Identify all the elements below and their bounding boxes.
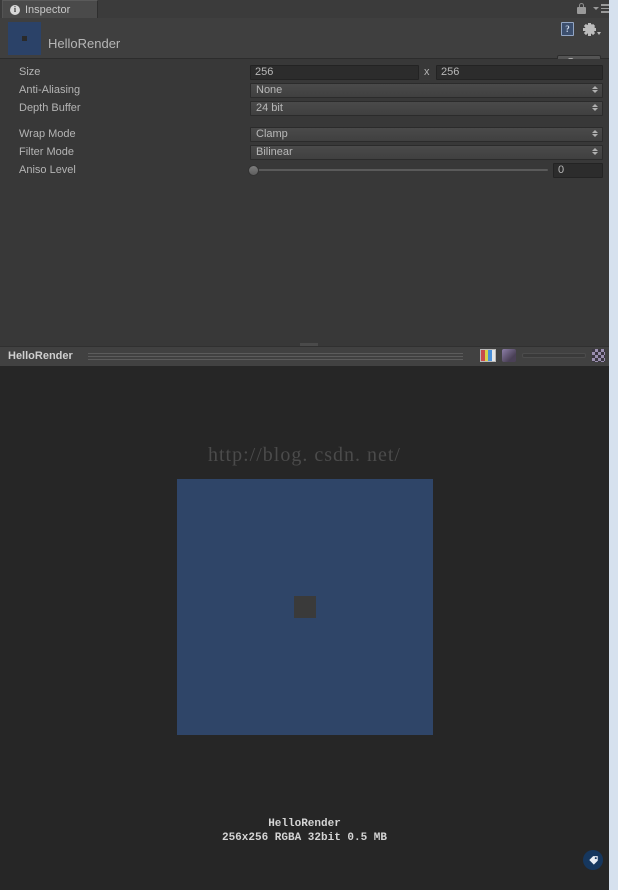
depth-buffer-value: 24 bit (256, 101, 283, 114)
tab-bar: i Inspector (0, 0, 618, 19)
asset-info-block: HelloRender 256x256 RGBA 32bit 0.5 MB (0, 817, 609, 845)
watermark-text: http://blog. csdn. net/ (208, 444, 401, 466)
anti-aliasing-value: None (256, 83, 283, 96)
filter-mode-value: Bilinear (256, 145, 293, 158)
wrap-mode-value: Clamp (256, 127, 288, 140)
preview-toolbar (480, 349, 605, 362)
property-row-aniso-level: Aniso Level 0 (0, 161, 609, 179)
aniso-level-input[interactable]: 0 (553, 162, 603, 178)
chevron-updown-icon (592, 147, 598, 155)
filter-mode-dropdown[interactable]: Bilinear (250, 144, 603, 160)
tab-inspector[interactable]: i Inspector (2, 0, 98, 18)
asset-details-label: 256x256 RGBA 32bit 0.5 MB (221, 832, 388, 844)
chevron-updown-icon (592, 85, 598, 93)
tab-bar-controls (577, 3, 612, 14)
object-header: HelloRender ? Open (0, 18, 609, 70)
gear-icon[interactable] (583, 22, 601, 36)
page-title: HelloRender (48, 36, 121, 51)
window-edge-strip (609, 0, 618, 890)
chevron-updown-icon (592, 129, 598, 137)
property-label-wrap-mode: Wrap Mode (19, 128, 76, 140)
alpha-checker-icon[interactable] (592, 349, 605, 362)
unity-inspector-window: i Inspector HelloRender ? Size 256 x 256… (0, 0, 618, 890)
property-label-anti-aliasing: Anti-Aliasing (19, 84, 81, 96)
size-height-input[interactable]: 256 (436, 64, 603, 80)
property-label-depth-buffer: Depth Buffer (19, 102, 81, 114)
material-sphere-icon[interactable] (502, 349, 516, 362)
render-texture-preview (177, 479, 433, 735)
anti-aliasing-dropdown[interactable]: None (250, 82, 603, 98)
info-icon: i (10, 4, 20, 15)
rgb-channels-icon[interactable] (480, 349, 496, 362)
chevron-updown-icon (592, 103, 598, 111)
properties-panel: Size 256 x 256 Anti-Aliasing None Depth … (0, 59, 609, 343)
property-label-aniso-level: Aniso Level (19, 164, 76, 176)
tag-icon[interactable] (583, 850, 603, 870)
property-label-filter-mode: Filter Mode (19, 146, 75, 158)
preview-header-bar: HelloRender (0, 346, 609, 367)
preview-divider-lines (88, 353, 463, 360)
render-texture-thumbnail (8, 22, 41, 55)
preview-title: HelloRender (8, 350, 73, 362)
tab-inspector-label: Inspector (25, 3, 71, 16)
wrap-mode-dropdown[interactable]: Clamp (250, 126, 603, 142)
lock-icon[interactable] (577, 3, 586, 14)
depth-buffer-dropdown[interactable]: 24 bit (250, 100, 603, 116)
property-label-size: Size (19, 66, 41, 78)
size-width-input[interactable]: 256 (250, 64, 419, 80)
property-row-anti-aliasing: Anti-Aliasing None (0, 81, 609, 99)
asset-name-label: HelloRender (268, 818, 341, 830)
property-row-filter-mode: Filter Mode Bilinear (0, 143, 609, 161)
property-row-depth-buffer: Depth Buffer 24 bit (0, 99, 609, 117)
property-row-size: Size 256 x 256 (0, 63, 609, 81)
aniso-level-slider-track[interactable] (255, 169, 548, 171)
mip-level-slider[interactable] (522, 353, 586, 358)
help-book-icon[interactable]: ? (561, 22, 574, 36)
property-row-wrap-mode: Wrap Mode Clamp (0, 125, 609, 143)
header-icon-group: ? (561, 22, 601, 36)
render-texture-center-square (294, 596, 316, 618)
aniso-level-slider-handle[interactable] (248, 165, 259, 176)
preview-area: http://blog. csdn. net/ HelloRender 256x… (0, 366, 609, 890)
size-separator-label: x (424, 66, 430, 78)
